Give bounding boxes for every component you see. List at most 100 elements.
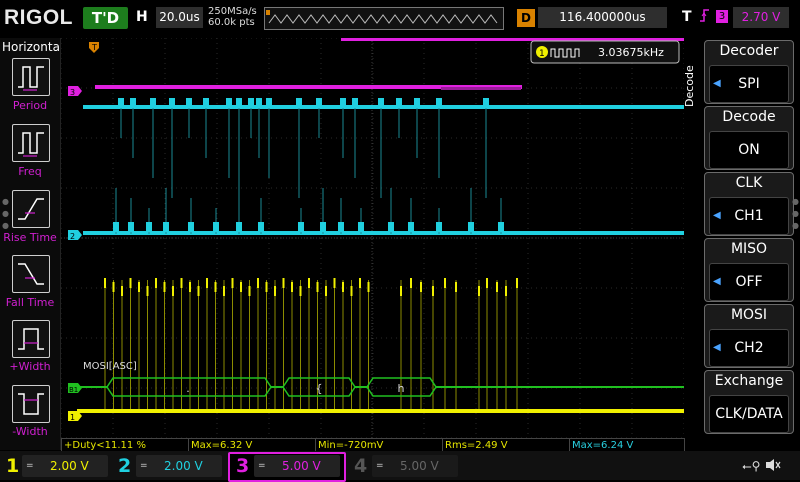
horizontal-label: H: [136, 9, 148, 25]
decode-value-3: h: [398, 382, 405, 395]
rise-time-icon: [18, 198, 44, 220]
dc-coupling-icon: =: [140, 461, 148, 471]
trigger-level[interactable]: 2.70 V: [733, 7, 789, 28]
speaker-mute-icon[interactable]: [764, 457, 782, 477]
neg-width-button[interactable]: [12, 385, 50, 423]
menu-side-title: Decode: [683, 65, 696, 107]
memory-waveform-icon: [266, 10, 498, 24]
period-label: Period: [12, 99, 48, 112]
brand-logo: RIGOL: [4, 6, 73, 29]
pos-width-label: +Width: [9, 360, 51, 373]
mosi-value: CH2: [734, 340, 764, 356]
svg-text:2: 2: [70, 232, 75, 241]
ch1-trace: [77, 409, 684, 413]
rise-time-label: Rise Time: [3, 231, 57, 244]
bus-marker: B1: [68, 383, 82, 394]
ch2-scale-box[interactable]: = 2.00 V: [136, 455, 222, 477]
decoder-value: SPI: [738, 76, 760, 92]
freq-readout-channel: 1: [539, 49, 545, 59]
dc-coupling-icon: =: [376, 461, 384, 471]
trigger-label: T: [682, 9, 692, 25]
ch4-scale: 5.00 V: [400, 459, 439, 473]
bus-decode-trace: . { h: [77, 377, 684, 397]
svg-text:1: 1: [70, 413, 75, 422]
horizontal-scale[interactable]: 20.0us: [156, 7, 203, 28]
miso-value-box[interactable]: ◀ OFF: [709, 263, 789, 301]
decode-value-2: {: [316, 382, 323, 395]
run-state-badge[interactable]: T'D: [83, 7, 128, 29]
exchange-value: CLK/DATA: [715, 406, 783, 422]
pos-width-icon: [18, 328, 44, 350]
dc-coupling-icon: =: [26, 461, 34, 471]
frequency-readout[interactable]: 1 3.03675kHz: [530, 40, 680, 64]
sample-rate: 250MSa/s: [208, 6, 257, 17]
decode-value-1: .: [186, 382, 190, 395]
clk-menu-item[interactable]: CLK ◀ CH1: [704, 172, 794, 236]
menu-arrow-icon: ◀: [713, 78, 721, 89]
freq-label: Freq: [18, 165, 42, 178]
clk-value-box[interactable]: ◀ CH1: [709, 197, 789, 235]
menu-arrow-icon: ◀: [713, 210, 721, 221]
decode-bus-title: MOSI[ASC]: [83, 361, 137, 372]
ch3-scale-box[interactable]: = 5.00 V: [254, 455, 340, 477]
waveform-canvas: T . { h MOSI[ASC] 3 2 B1 1 1 3.03675kHz: [60, 37, 685, 439]
sample-rate-readout: 250MSa/s 60.0k pts: [208, 6, 257, 28]
clk-value: CH1: [734, 208, 764, 224]
memory-depth: 60.0k pts: [208, 17, 255, 28]
fall-time-icon: [18, 263, 44, 285]
usb-icon: ⭠⚲: [742, 459, 761, 473]
pos-width-button[interactable]: [12, 320, 50, 358]
decoder-title: Decoder: [719, 43, 779, 59]
clk-title: CLK: [735, 175, 763, 191]
fall-time-label: Fall Time: [5, 296, 55, 309]
miso-title: MISO: [730, 241, 768, 257]
period-icon: [18, 66, 44, 91]
decoder-value-box[interactable]: ◀ SPI: [709, 65, 789, 103]
decoder-menu-item[interactable]: Decoder ◀ SPI: [704, 40, 794, 104]
ch3-marker: 3: [68, 86, 82, 97]
ch3-trace: [95, 85, 522, 90]
decode-menu-item[interactable]: Decode ON: [704, 106, 794, 170]
left-panel-title: Horizontal: [2, 40, 64, 54]
ch4-scale-box[interactable]: = 5.00 V: [372, 455, 458, 477]
freq-readout-value: 3.03675kHz: [598, 46, 664, 59]
svg-text:3: 3: [70, 88, 75, 97]
period-button[interactable]: [12, 58, 50, 96]
ch1-clock-pulses: [104, 278, 518, 410]
mosi-value-box[interactable]: ◀ CH2: [709, 329, 789, 367]
decode-value: ON: [738, 142, 760, 158]
ch1-number[interactable]: 1: [6, 455, 19, 477]
ch2-number[interactable]: 2: [118, 455, 131, 477]
exchange-menu-item[interactable]: Exchange CLK/DATA: [704, 370, 794, 434]
menu-arrow-icon: ◀: [713, 276, 721, 287]
rise-time-button[interactable]: [12, 190, 50, 228]
neg-width-label: -Width: [12, 425, 48, 438]
fall-time-button[interactable]: [12, 255, 50, 293]
ch4-number[interactable]: 4: [354, 455, 367, 477]
freq-button[interactable]: [12, 124, 50, 162]
trigger-source: 3: [716, 10, 728, 23]
ch3-scale: 5.00 V: [282, 459, 321, 473]
ch3-number[interactable]: 3: [236, 455, 249, 477]
ch2-scale: 2.00 V: [164, 459, 203, 473]
svg-text:B1: B1: [69, 386, 78, 394]
waveform-display[interactable]: T . { h MOSI[ASC] 3 2 B1 1 1 3.03675kHz: [60, 37, 685, 439]
left-scroll-indicator: ● ● ●: [2, 197, 9, 230]
trigger-edge-icon: [698, 7, 712, 29]
ch2-marker: 2: [68, 230, 82, 241]
freq-icon: [18, 132, 44, 157]
mosi-menu-item[interactable]: MOSI ◀ CH2: [704, 304, 794, 368]
exchange-value-box[interactable]: CLK/DATA: [709, 395, 789, 433]
ch1-scale-box[interactable]: = 2.00 V: [22, 455, 108, 477]
menu-arrow-icon: ◀: [713, 342, 721, 353]
trigger-position-label: T: [91, 43, 97, 52]
delay-value[interactable]: 116.400000us: [538, 7, 667, 28]
ch2-lower-trace: [83, 188, 684, 235]
mosi-title: MOSI: [730, 307, 768, 323]
exchange-title: Exchange: [714, 373, 784, 389]
miso-menu-item[interactable]: MISO ◀ OFF: [704, 238, 794, 302]
delay-label: D: [517, 9, 535, 27]
memory-position-bar[interactable]: [264, 7, 504, 30]
decode-value-box[interactable]: ON: [709, 131, 789, 169]
right-scroll-indicator: ● ● ●: [792, 197, 799, 230]
